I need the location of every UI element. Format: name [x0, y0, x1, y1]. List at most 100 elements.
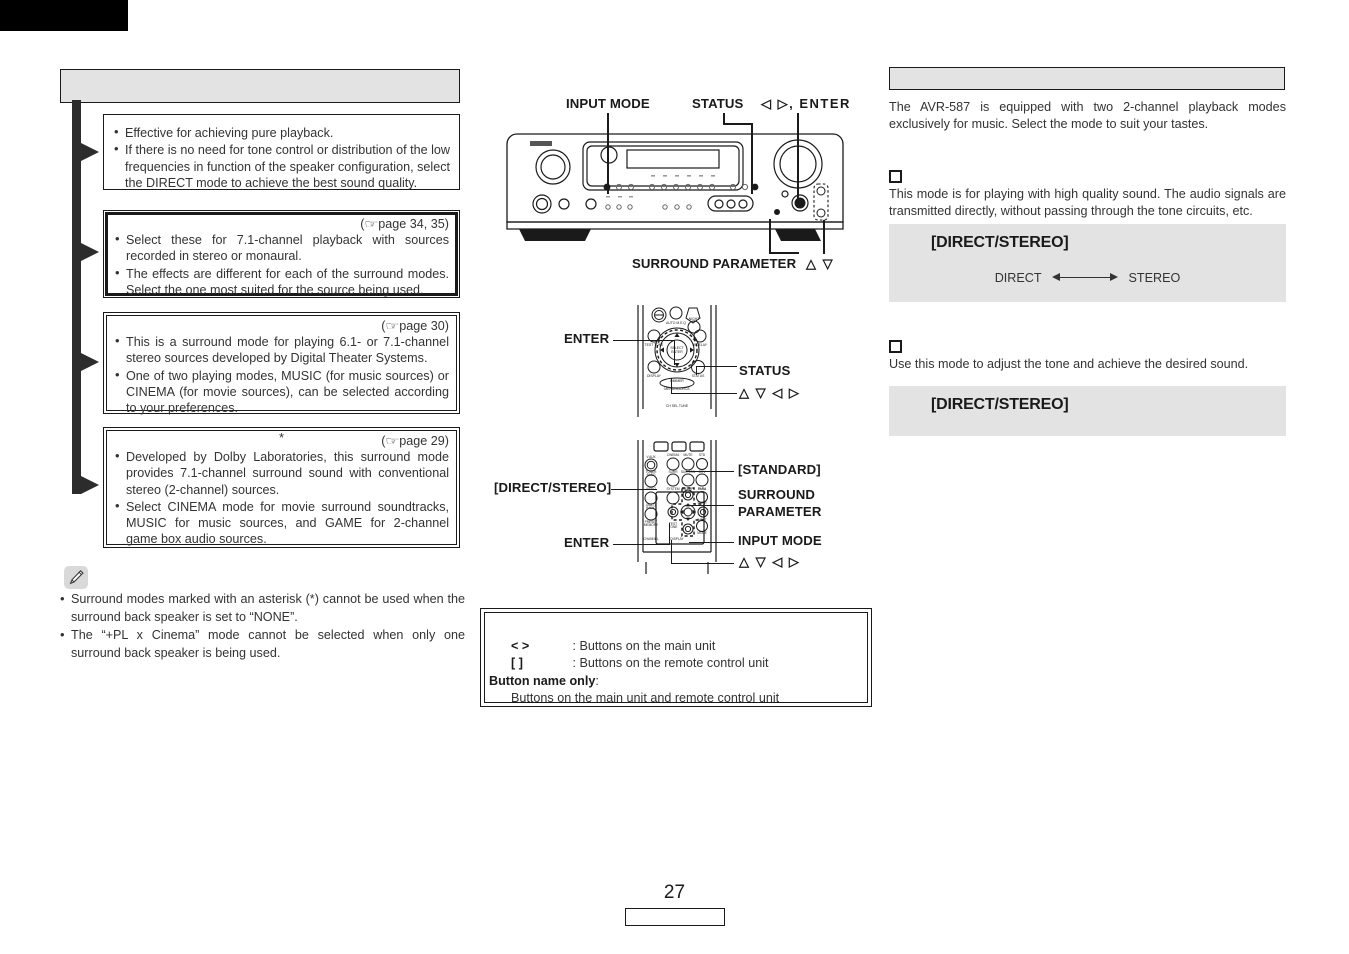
svg-text:STATUS: STATUS [692, 374, 706, 378]
legend-text-main-unit: : Buttons on the main unit [572, 639, 716, 653]
label-direct-stereo-remote: [DIRECT/STEREO] [494, 480, 612, 495]
surround-mode-box-3-bullets: This is a surround mode for playing 6.1-… [115, 333, 449, 417]
bullet: One of two playing modes, MUSIC (for mus… [115, 367, 449, 417]
label-left-right-enter-main: ◁ ▷, ENTER [761, 96, 851, 111]
svg-text:TONE: TONE [669, 525, 678, 529]
svg-text:SURR: SURR [668, 470, 678, 474]
surround-mode-box-2: (☞page 34, 35) Select these for 7.1-chan… [103, 210, 460, 298]
bullet: The effects are different for each of th… [115, 265, 449, 299]
right-section-header [889, 67, 1285, 90]
svg-text:NIGHT: NIGHT [689, 317, 700, 321]
surround-mode-box-4: * (☞page 29) Developed by Dolby Laborato… [103, 427, 460, 548]
svg-text:MUTE: MUTE [683, 453, 692, 457]
leader-status-h [723, 123, 753, 125]
svg-text:VIDEO: VIDEO [646, 487, 656, 491]
svg-text:STD: STD [699, 453, 706, 457]
right-intro-text: The AVR-587 is equipped with two 2-chann… [889, 100, 1286, 131]
label-surround-parameter-remote-line1: SURROUND [738, 487, 815, 502]
svg-text:CINEMA: CINEMA [667, 453, 680, 457]
bullet: Effective for achieving pure playback. [114, 124, 450, 141]
svg-text:DISPLAY: DISPLAY [670, 537, 684, 541]
mode-panel-2: [DIRECT/STEREO] [889, 386, 1286, 436]
legend-inner-border: < > : Buttons on the main unit [ ] : But… [484, 612, 868, 705]
label-enter-remote-top: ENTER [564, 331, 610, 346]
legend-row-3-title: Button name only: [489, 673, 599, 690]
svg-text:ENTER: ENTER [671, 350, 683, 354]
svg-text:BAND: BAND [647, 473, 657, 477]
surround-mode-box-2-bullets: Select these for 7.1-channel playback wi… [115, 231, 449, 299]
page-number: 27 [663, 882, 686, 903]
asterisk-mark: * [278, 430, 285, 445]
surround-mode-box-1-bullets: Effective for achieving pure playback. I… [114, 124, 450, 191]
legend-row-3-text: Buttons on the main unit and remote cont… [511, 691, 780, 705]
svg-text:AUTO M.E.Q: AUTO M.E.Q [666, 321, 686, 325]
label-surround-parameter-remote-line2: PARAMETER [738, 504, 822, 519]
svg-text:MEMORY: MEMORY [644, 523, 659, 527]
spine-arrow-3 [81, 353, 99, 371]
page-reference-text: page 30 [399, 319, 445, 333]
legend-box: < > : Buttons on the main unit [ ] : But… [480, 608, 872, 707]
svg-text:DRV: DRV [699, 470, 707, 474]
legend-text-remote-unit: : Buttons on the remote control unit [572, 656, 769, 670]
mode-panel-2-title: [DIRECT/STEREO] [931, 396, 1069, 413]
svg-text:SUR.TON: SUR.TON [681, 470, 696, 474]
bullet: Select these for 7.1-channel playback wi… [115, 231, 449, 265]
legend-colon: : [595, 674, 599, 688]
pointing-hand-icon: ☞ [384, 434, 400, 448]
svg-text:MODE: MODE [697, 531, 707, 535]
legend-row-2: [ ] : Buttons on the remote control unit [511, 655, 769, 672]
svg-text:RADIO: RADIO [646, 506, 657, 510]
bullet: Select CINEMA mode for movie surround so… [115, 498, 449, 548]
footer-box [625, 908, 725, 926]
legend-symbol-main-unit: < > [511, 639, 530, 653]
spine-arrow-1 [81, 143, 99, 161]
bullet: The “+PL x Cinema” mode cannot be select… [60, 626, 465, 662]
page-reference-text: page 34, 35 [378, 217, 445, 231]
top-black-bar [0, 0, 128, 31]
page-reference-text: page 29 [399, 434, 445, 448]
svg-text:DISPLAY: DISPLAY [647, 374, 662, 378]
svg-text:SURR: SURR [697, 501, 707, 505]
flow-from-label: DIRECT [994, 270, 1042, 285]
pencil-icon [64, 566, 88, 589]
spine-arrow-4 [81, 476, 99, 494]
spine-arrow-2 [81, 243, 99, 261]
label-status-remote-top: STATUS [739, 363, 791, 378]
remote-control-bottom-diagram: CINEMA MUTE STD V.AUX TUNERBAND SURR SUR.TO… [637, 440, 717, 574]
label-standard-remote: [STANDARD] [738, 462, 821, 477]
av-receiver-front-panel-diagram [506, 133, 844, 241]
mode-description-1: This mode is for playing with high quali… [889, 187, 1286, 218]
svg-text:A.DELAY: A.DELAY [693, 343, 708, 347]
mode-panel-1-title: [DIRECT/STEREO] [931, 234, 1069, 251]
bullet: This is a surround mode for playing 6.1-… [115, 333, 449, 367]
pointing-hand-icon: ☞ [384, 319, 400, 333]
mode-description-2: Use this mode to adjust the tone and ach… [889, 357, 1249, 371]
flow-spine [72, 100, 81, 494]
svg-text:MENU/SOURCE: MENU/SOURCE [664, 387, 690, 391]
bullet: If there is no need for tone control or … [114, 141, 450, 191]
svg-text:CHANNEL: CHANNEL [643, 537, 658, 541]
label-input-mode-remote: INPUT MODE [738, 533, 822, 548]
svg-text:SETUP: SETUP [683, 487, 694, 491]
surround-mode-box-4-bullets: Developed by Dolby Laboratories, this su… [115, 448, 449, 548]
svg-text:PARA: PARA [698, 487, 707, 491]
remote-control-top-diagram: SELECTENTER AUTO M.E.Q NIGHT TEST TONE A… [637, 305, 717, 417]
note-bullets: Surround modes marked with an asterisk (… [60, 590, 465, 663]
left-section-header [60, 69, 460, 103]
label-enter-remote-bottom: ENTER [564, 535, 610, 550]
svg-text:V.AUX: V.AUX [646, 455, 656, 459]
mode-panel-1: [DIRECT/STEREO] DIRECT STEREO [889, 224, 1286, 302]
bullet: Developed by Dolby Laboratories, this su… [115, 448, 449, 498]
svg-text:SYSTEM: SYSTEM [666, 487, 679, 491]
label-directions-remote-bottom: △ ▽ ◁ ▷ [739, 554, 801, 569]
svg-text:CH SEL TUNE: CH SEL TUNE [666, 404, 689, 408]
square-marker-icon-2 [889, 340, 902, 353]
legend-row-1: < > : Buttons on the main unit [511, 638, 715, 655]
bidirectional-arrow-icon [1052, 272, 1119, 284]
page-reference-3: (☞page 30) [381, 319, 449, 333]
svg-text:DIMMER: DIMMER [670, 379, 684, 383]
bullet: Surround modes marked with an asterisk (… [60, 590, 465, 626]
mode-flow-row: DIRECT STEREO [889, 269, 1286, 287]
legend-symbol-button-name-only: Button name only [489, 674, 596, 688]
flow-to-label: STEREO [1128, 270, 1181, 285]
